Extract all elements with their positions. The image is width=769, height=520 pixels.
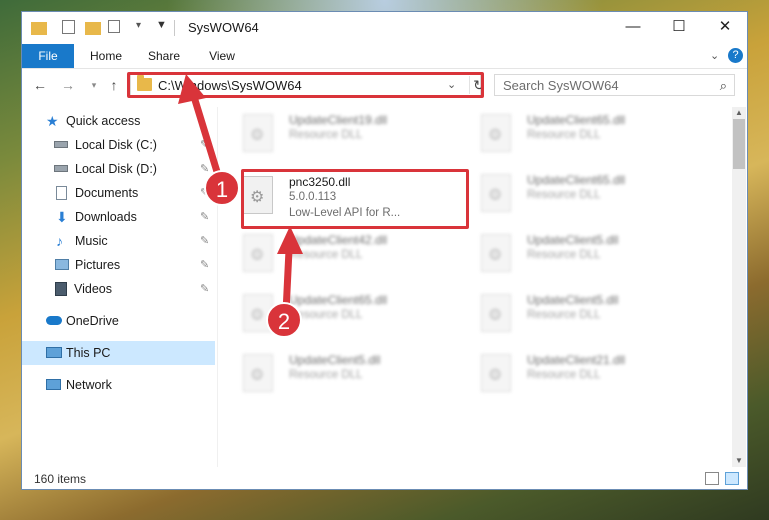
annotation-arrows — [178, 74, 303, 316]
arrow-2-head — [277, 226, 303, 254]
step-badge-2: 2 — [266, 302, 302, 338]
step-badge-1: 1 — [204, 170, 240, 206]
arrow-1-head — [178, 74, 206, 104]
